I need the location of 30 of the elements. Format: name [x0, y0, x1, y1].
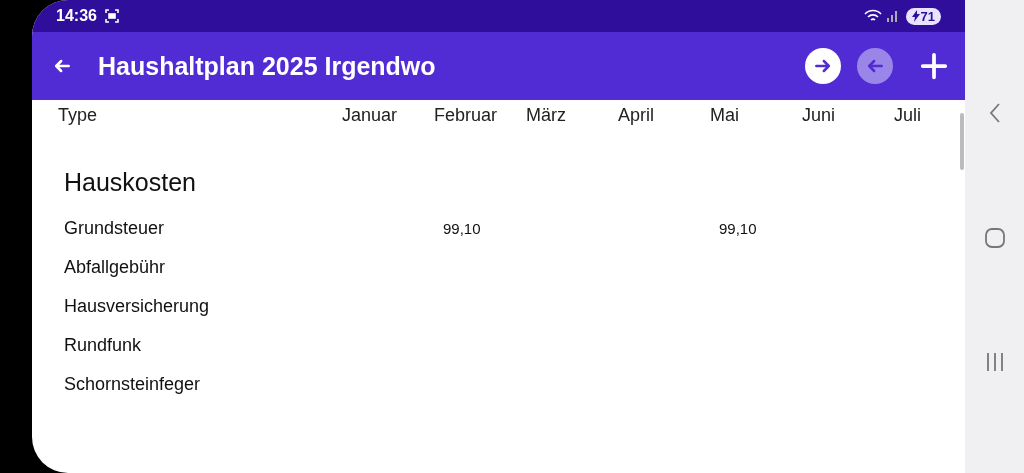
- type-cell-text: Hausversicherung: [64, 296, 211, 317]
- screenshot-icon: [104, 9, 119, 23]
- type-cell-text: Schornsteinfeger: [64, 374, 202, 395]
- group-title: Hauskosten: [64, 168, 198, 197]
- wifi-icon: [863, 9, 882, 23]
- type-cell-text: Grundsteuer: [64, 218, 166, 239]
- plus-icon: [919, 51, 949, 81]
- app-title: Haushaltplan 2025 Irgendwo: [98, 51, 436, 81]
- column-header: Januar: [342, 104, 398, 126]
- battery-indicator: 71: [905, 7, 941, 25]
- column-header: Juli: [894, 104, 921, 126]
- scrollbar[interactable]: [960, 113, 964, 170]
- column-header: Type: [58, 104, 98, 126]
- forward-button[interactable]: [805, 48, 841, 84]
- column-header: März: [526, 104, 566, 126]
- charging-icon: [911, 10, 920, 22]
- column-header: Juni: [802, 104, 836, 126]
- type-cell-text: Abfallgebühr: [64, 257, 167, 278]
- type-cell-text: Rundfunk: [64, 335, 143, 356]
- nav-back-icon[interactable]: [988, 102, 1001, 123]
- amount-cell: 99,10: [443, 220, 481, 237]
- amount-cell: 99,10: [719, 220, 757, 237]
- add-button[interactable]: [919, 51, 949, 81]
- status-time: 14:36: [56, 7, 97, 25]
- column-header: April: [618, 104, 654, 126]
- signal-icon: [885, 10, 900, 22]
- nav-home-icon[interactable]: [984, 227, 1005, 248]
- column-header: Februar: [434, 104, 498, 126]
- nav-recents-icon[interactable]: [985, 352, 1004, 371]
- column-header: Mai: [710, 104, 739, 126]
